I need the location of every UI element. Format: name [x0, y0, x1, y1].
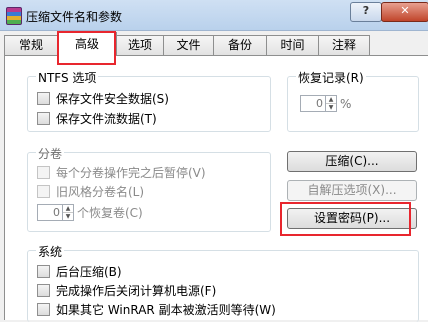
recovery-record-unit: % — [340, 96, 352, 111]
tab-strip: 常规 高级 选项 文件 备份 时间 注释 — [0, 31, 428, 56]
advanced-panel: NTFS 选项 保存文件安全数据(S) 保存文件流数据(T) 恢复记录(R) 0… — [4, 55, 428, 322]
set-password-button[interactable]: 设置密码(P)... — [287, 208, 417, 229]
save-security-label: 保存文件安全数据(S) — [56, 91, 169, 106]
recovery-volumes-value[interactable]: 0 — [37, 204, 63, 221]
recovery-record-spinner[interactable]: 0 ▲ ▼ % — [300, 95, 351, 112]
spin-up-icon[interactable]: ▲ — [63, 205, 73, 212]
pause-after-volume-label: 每个分卷操作完之后暂停(V) — [56, 165, 206, 180]
tab-advanced[interactable]: 高级 — [57, 32, 117, 56]
tab-backup[interactable]: 备份 — [213, 35, 267, 55]
checkbox-box — [37, 91, 50, 105]
shutdown-after-checkbox[interactable]: 完成操作后关闭计算机电源(F) — [37, 282, 216, 298]
ntfs-options-legend: NTFS 选项 — [36, 69, 99, 86]
sfx-options-button[interactable]: 自解压选项(X)... — [287, 180, 417, 201]
wait-other-copies-label: 如果其它 WinRAR 副本被激活则等待(W) — [56, 302, 276, 317]
spin-down-icon[interactable]: ▼ — [63, 212, 73, 220]
close-button[interactable]: ✕ — [381, 2, 428, 22]
checkbox-box — [37, 111, 50, 125]
ntfs-options-group: NTFS 选项 保存文件安全数据(S) 保存文件流数据(T) — [27, 69, 271, 132]
tab-options[interactable]: 选项 — [116, 35, 164, 55]
checkbox-box — [37, 184, 50, 198]
help-button[interactable]: ? — [350, 2, 382, 22]
shutdown-after-label: 完成操作后关闭计算机电源(F) — [56, 283, 217, 298]
recovery-record-group: 恢复记录(R) 0 ▲ ▼ % — [287, 69, 419, 132]
recovery-record-value[interactable]: 0 — [300, 95, 326, 112]
system-group: 系统 后台压缩(B) 完成操作后关闭计算机电源(F) 如果其它 WinRAR 副… — [27, 243, 419, 322]
save-streams-checkbox[interactable]: 保存文件流数据(T) — [37, 110, 157, 126]
recovery-record-legend: 恢复记录(R) — [296, 69, 366, 86]
window-title: 压缩文件名和参数 — [26, 10, 123, 24]
system-legend: 系统 — [36, 243, 65, 260]
checkbox-box — [37, 165, 50, 179]
tab-time[interactable]: 时间 — [266, 35, 319, 55]
save-streams-label: 保存文件流数据(T) — [56, 111, 157, 126]
tab-files[interactable]: 文件 — [163, 35, 214, 55]
spin-up-icon[interactable]: ▲ — [326, 96, 336, 103]
background-compress-label: 后台压缩(B) — [56, 264, 122, 279]
volumes-legend: 分卷 — [36, 145, 65, 162]
checkbox-box — [37, 264, 50, 278]
spin-arrows[interactable]: ▲ ▼ — [63, 204, 74, 221]
old-style-names-label: 旧风格分卷名(L) — [56, 184, 145, 199]
tab-general[interactable]: 常规 — [4, 35, 58, 55]
wait-other-copies-checkbox[interactable]: 如果其它 WinRAR 副本被激活则等待(W) — [37, 301, 276, 317]
pause-after-volume-checkbox[interactable]: 每个分卷操作完之后暂停(V) — [37, 164, 206, 180]
title-bar: 压缩文件名和参数 ? ✕ — [0, 0, 428, 31]
checkbox-box — [37, 283, 50, 297]
winrar-app-icon — [6, 7, 22, 25]
spin-arrows[interactable]: ▲ ▼ — [326, 95, 337, 112]
background-compress-checkbox[interactable]: 后台压缩(B) — [37, 263, 122, 279]
old-style-names-checkbox[interactable]: 旧风格分卷名(L) — [37, 183, 144, 199]
checkbox-box — [37, 302, 50, 316]
compress-button[interactable]: 压缩(C)... — [287, 151, 417, 172]
recovery-volumes-label: 个恢复卷(C) — [77, 206, 143, 220]
spin-down-icon[interactable]: ▼ — [326, 103, 336, 111]
tab-comment[interactable]: 注释 — [318, 35, 370, 55]
recovery-volumes-spinner[interactable]: 0 ▲ ▼ 个恢复卷(C) — [37, 204, 143, 221]
volumes-group: 分卷 每个分卷操作完之后暂停(V) 旧风格分卷名(L) 0 ▲ ▼ 个恢复卷(C) — [27, 145, 271, 232]
save-security-checkbox[interactable]: 保存文件安全数据(S) — [37, 90, 169, 106]
